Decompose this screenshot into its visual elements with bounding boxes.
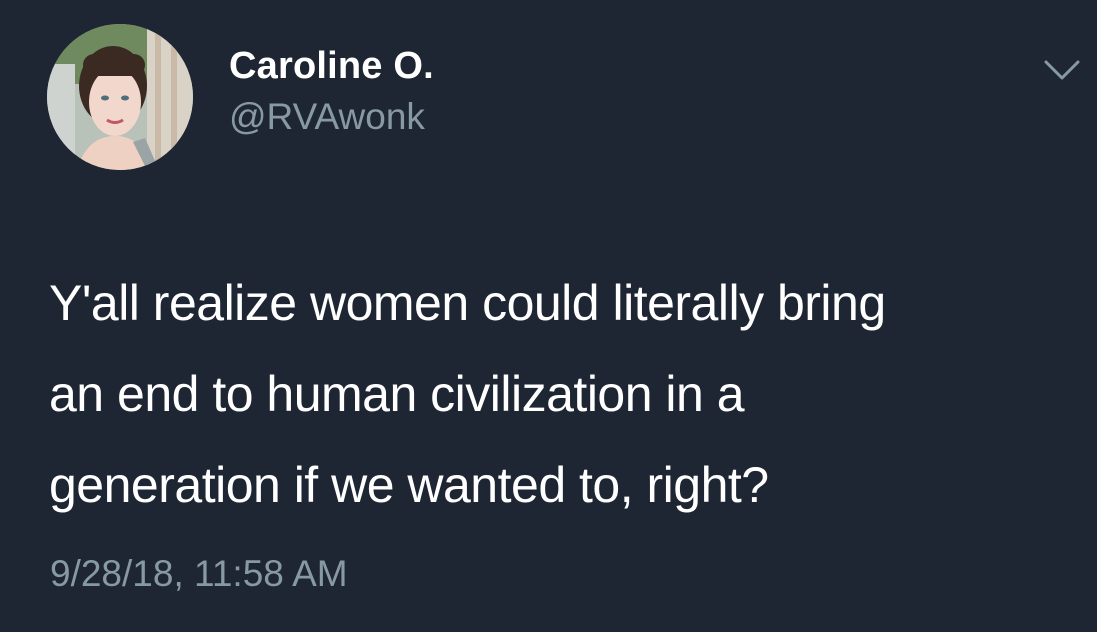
chevron-down-icon[interactable]: [1042, 56, 1082, 86]
avatar[interactable]: [47, 24, 193, 170]
tweet-timestamp[interactable]: 9/28/18, 11:58 AM: [50, 550, 348, 598]
tweet-card: Caroline O. @RVAwonk Y'all realize women…: [0, 0, 1097, 632]
display-name[interactable]: Caroline O.: [229, 42, 434, 90]
tweet-text-line: an end to human civilization in a: [49, 366, 745, 422]
avatar-image: [47, 24, 193, 170]
user-handle[interactable]: @RVAwonk: [229, 93, 434, 141]
tweet-text-line: Y'all realize women could literally brin…: [49, 275, 886, 331]
tweet-text-line: generation if we wanted to, right?: [49, 457, 769, 513]
tweet-header: Caroline O. @RVAwonk: [47, 24, 434, 170]
author-info: Caroline O. @RVAwonk: [229, 42, 434, 141]
tweet-text: Y'all realize women could literally brin…: [49, 258, 1079, 531]
